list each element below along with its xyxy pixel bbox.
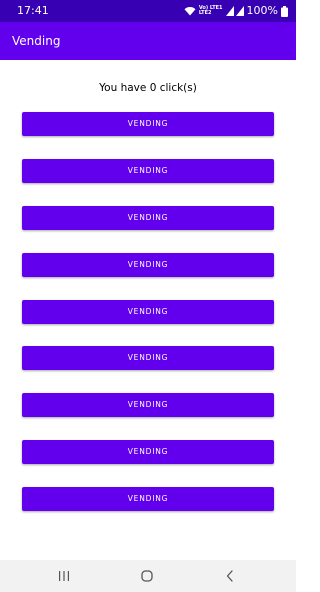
phone-screen: 17:41 Vo) LTE1 LTE2 100% Vending You hav… [0,0,296,592]
status-icons: Vo) LTE1 LTE2 100% [184,3,288,19]
wifi-icon [184,6,196,16]
vending-button-9[interactable]: VENDING [22,487,274,511]
status-bar: 17:41 Vo) LTE1 LTE2 100% [0,0,296,22]
battery-percent: 100% [246,4,278,17]
vending-button-2[interactable]: VENDING [22,159,274,183]
navigation-bar [0,560,296,592]
app-bar: Vending [0,22,296,60]
network-label: Vo) LTE1 LTE2 [199,6,223,16]
battery-icon [281,5,288,17]
vending-button-4[interactable]: VENDING [22,253,274,277]
click-counter-text: You have 0 click(s) [99,82,197,94]
vending-button-5[interactable]: VENDING [22,300,274,324]
app-title: Vending [12,34,61,48]
vending-button-3[interactable]: VENDING [22,206,274,230]
main-content: You have 0 click(s) VENDING VENDING VEND… [0,60,296,560]
vending-button-6[interactable]: VENDING [22,346,274,370]
home-icon[interactable] [139,568,155,584]
status-time: 17:41 [17,4,49,17]
vending-button-8[interactable]: VENDING [22,440,274,464]
network-label-bottom: LTE2 [198,10,212,16]
back-icon[interactable] [222,568,238,584]
vending-button-1[interactable]: VENDING [22,112,274,136]
recents-icon[interactable] [56,568,72,584]
vending-button-7[interactable]: VENDING [22,393,274,417]
signal-icon [225,6,244,16]
